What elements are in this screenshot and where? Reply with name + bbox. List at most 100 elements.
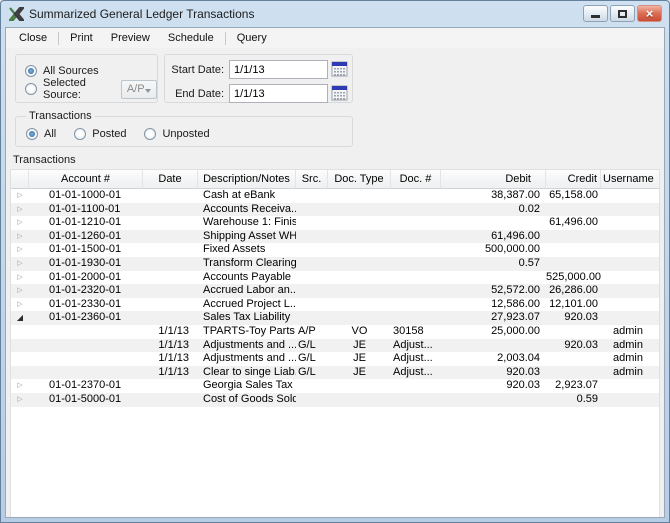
radio-posted[interactable]: Posted	[74, 125, 126, 143]
expander-icon[interactable]	[11, 325, 29, 339]
expander-icon[interactable]: ▷	[11, 393, 29, 407]
cell-src	[296, 393, 328, 407]
cell-account: 01-01-2330-01	[29, 298, 143, 312]
cell-src	[296, 284, 328, 298]
cell-date: 1/1/13	[143, 325, 198, 339]
client-area: Close Print Preview Schedule Query All S…	[5, 27, 665, 518]
cell-date	[143, 393, 198, 407]
cell-debit: 920.03	[441, 366, 546, 380]
cell-username	[601, 203, 660, 217]
end-date-calendar-button[interactable]	[330, 85, 348, 102]
expander-icon[interactable]	[11, 366, 29, 380]
header-credit[interactable]: Credit	[546, 170, 601, 189]
cell-doc-number	[391, 379, 441, 393]
transactions-grid: Account # Date Description/Notes Src. Do…	[10, 169, 660, 517]
cell-description: Adjustments and ...	[198, 352, 296, 366]
expander-icon[interactable]: ▷	[11, 203, 29, 217]
radio-selected-source[interactable]: Selected Source: A/P	[25, 80, 157, 98]
cell-date	[143, 203, 198, 217]
expander-icon[interactable]: ▷	[11, 379, 29, 393]
expander-icon[interactable]: ▷	[11, 298, 29, 312]
expander-icon[interactable]: ▷	[11, 189, 29, 203]
app-window: Summarized General Ledger Transactions ×…	[0, 0, 670, 523]
table-row[interactable]: ▷ 01-01-1260-01 Shipping Asset WH1 61,49…	[11, 230, 659, 244]
cell-src	[296, 379, 328, 393]
cell-username	[601, 379, 660, 393]
expander-icon[interactable]: ◢	[11, 311, 29, 325]
cell-username: admin	[601, 325, 660, 339]
header-description[interactable]: Description/Notes	[198, 170, 296, 189]
header-username[interactable]: Username	[601, 170, 660, 189]
table-row[interactable]: ▷ 01-01-1500-01 Fixed Assets 500,000.00	[11, 243, 659, 257]
table-row[interactable]: 1/1/13 Adjustments and ... G/L JE Adjust…	[11, 352, 659, 366]
maximize-button[interactable]	[610, 5, 635, 22]
table-row[interactable]: ◢ 01-01-2360-01 Sales Tax Liability 27,9…	[11, 311, 659, 325]
cell-account: 01-01-2320-01	[29, 284, 143, 298]
start-date-input[interactable]	[229, 60, 328, 79]
expander-icon[interactable]: ▷	[11, 257, 29, 271]
sources-group: All Sources Selected Source: A/P	[15, 54, 158, 103]
header-src[interactable]: Src.	[296, 170, 328, 189]
table-row[interactable]: 1/1/13 Clear to singe Liab... G/L JE Adj…	[11, 366, 659, 380]
cell-account: 01-01-2370-01	[29, 379, 143, 393]
expander-icon[interactable]: ▷	[11, 230, 29, 244]
header-doc-type[interactable]: Doc. Type	[328, 170, 391, 189]
table-row[interactable]: 1/1/13 Adjustments and ... G/L JE Adjust…	[11, 339, 659, 353]
header-account[interactable]: Account #	[29, 170, 143, 189]
radio-all[interactable]: All	[26, 125, 56, 143]
start-date-calendar-button[interactable]	[330, 61, 348, 78]
cell-src	[296, 271, 328, 285]
table-row[interactable]: ▷ 01-01-5000-01 Cost of Goods Sold 0.59	[11, 393, 659, 407]
expander-icon[interactable]: ▷	[11, 243, 29, 257]
table-row[interactable]: ▷ 01-01-2000-01 Accounts Payable 525,000…	[11, 271, 659, 285]
cell-debit: 25,000.00	[441, 325, 546, 339]
header-debit[interactable]: Debit	[441, 170, 546, 189]
table-row[interactable]: ▷ 01-01-1100-01 Accounts Receiva... 0.02	[11, 203, 659, 217]
minimize-button[interactable]	[583, 5, 608, 22]
menu-preview[interactable]: Preview	[102, 30, 159, 46]
cell-date	[143, 189, 198, 203]
cell-doc-number	[391, 284, 441, 298]
radio-unposted[interactable]: Unposted	[144, 125, 209, 143]
source-select[interactable]: A/P	[121, 80, 157, 99]
titlebar: Summarized General Ledger Transactions ×	[1, 1, 669, 27]
cell-debit: 0.57	[441, 257, 546, 271]
cell-doc-number	[391, 203, 441, 217]
header-doc-number[interactable]: Doc. #	[391, 170, 441, 189]
start-date-label: Start Date:	[169, 64, 229, 76]
end-date-input[interactable]	[229, 84, 328, 103]
cell-credit	[546, 203, 601, 217]
menu-close[interactable]: Close	[10, 30, 56, 46]
table-row[interactable]: ▷ 01-01-2370-01 Georgia Sales Tax ... 92…	[11, 379, 659, 393]
table-row[interactable]: 1/1/13 TPARTS-Toy Parts ... A/P VO 30158…	[11, 325, 659, 339]
window-title: Summarized General Ledger Transactions	[29, 7, 254, 21]
cell-doc-type	[328, 284, 391, 298]
cell-account: 01-01-1500-01	[29, 243, 143, 257]
cell-date	[143, 379, 198, 393]
menu-query[interactable]: Query	[228, 30, 276, 46]
calendar-icon	[331, 61, 348, 77]
menu-print[interactable]: Print	[61, 30, 102, 46]
table-row[interactable]: ▷ 01-01-1000-01 Cash at eBank 38,387.00 …	[11, 189, 659, 203]
expander-icon[interactable]: ▷	[11, 216, 29, 230]
cell-doc-number: Adjust...	[391, 366, 441, 380]
cell-doc-type	[328, 271, 391, 285]
expander-icon[interactable]	[11, 352, 29, 366]
cell-debit: 2,003.04	[441, 352, 546, 366]
cell-date	[143, 298, 198, 312]
header-date[interactable]: Date	[143, 170, 198, 189]
table-row[interactable]: ▷ 01-01-1930-01 Transform Clearing 0.57	[11, 257, 659, 271]
expander-icon[interactable]	[11, 339, 29, 353]
table-row[interactable]: ▷ 01-01-1210-01 Warehouse 1: Finis... 61…	[11, 216, 659, 230]
cell-credit	[546, 257, 601, 271]
cell-description: Transform Clearing	[198, 257, 296, 271]
menu-schedule[interactable]: Schedule	[159, 30, 223, 46]
table-row[interactable]: ▷ 01-01-2320-01 Accrued Labor an... 52,5…	[11, 284, 659, 298]
table-row[interactable]: ▷ 01-01-2330-01 Accrued Project L... 12,…	[11, 298, 659, 312]
cell-credit	[546, 325, 601, 339]
close-button[interactable]: ×	[637, 5, 662, 22]
cell-username	[601, 230, 660, 244]
all-sources-radio-icon	[25, 65, 37, 77]
expander-icon[interactable]: ▷	[11, 284, 29, 298]
expander-icon[interactable]: ▷	[11, 271, 29, 285]
